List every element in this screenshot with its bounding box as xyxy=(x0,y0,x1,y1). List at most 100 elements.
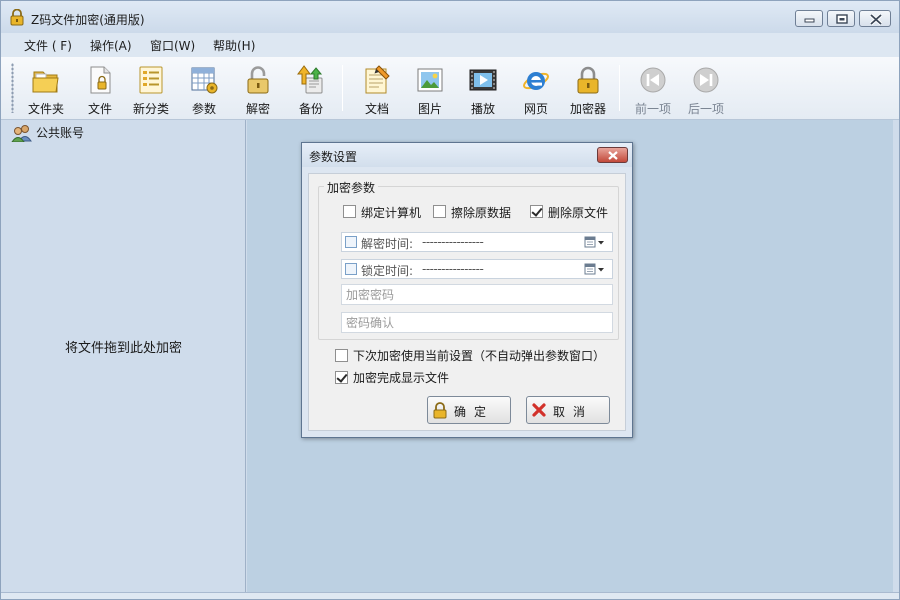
toolbar-new-category-label: 新分类 xyxy=(132,102,169,116)
toolbar-document-label: 文档 xyxy=(364,102,389,116)
toolbar-next-button[interactable]: 后一项 xyxy=(679,61,733,117)
folder-icon xyxy=(32,71,59,93)
toolbar-backup-label: 备份 xyxy=(298,102,323,116)
toolbar-picture-button[interactable]: 图片 xyxy=(403,61,457,117)
decrypt-time-value: ---------------- xyxy=(422,235,484,249)
decrypt-time-label: 解密时间: xyxy=(361,237,414,251)
account-item[interactable]: 公共账号 xyxy=(36,124,84,141)
backup-icon xyxy=(297,65,323,94)
toolbar-file-label: 文件 xyxy=(87,102,112,116)
toolbar-document-button[interactable]: 文档 xyxy=(350,61,404,117)
menu-operation[interactable]: 操作(A) xyxy=(90,37,132,54)
status-bar xyxy=(1,592,899,599)
menu-window[interactable]: 窗口(W) xyxy=(150,37,195,54)
dialog-body: 加密参数 绑定计算机 擦除原数据 删除原文件 解密时间: -----------… xyxy=(308,173,626,431)
left-panel[interactable]: 公共账号 将文件拖到此处加密 xyxy=(1,120,246,592)
confirm-password-input[interactable] xyxy=(342,313,612,332)
close-button[interactable] xyxy=(859,10,891,27)
use-current-settings-label: 下次加密使用当前设置（不自动弹出参数窗口） xyxy=(353,349,606,363)
title-bar[interactable]: Z码文件加密(通用版) xyxy=(1,1,899,33)
bind-computer-checkbox[interactable] xyxy=(343,205,356,218)
cancel-button[interactable]: 取消 xyxy=(526,396,610,424)
toolbar: 文件夹 文件 新分类 参数 解密 备份 文档 图片 播放 网页 加密器 前一项 … xyxy=(1,57,899,120)
wipe-original-label: 擦除原数据 xyxy=(451,206,512,220)
cancel-x-icon xyxy=(532,403,546,417)
ok-button[interactable]: 确定 xyxy=(427,396,511,424)
maximize-icon xyxy=(836,14,848,24)
file-icon xyxy=(90,66,111,94)
menu-bar: 文件 ( F) 操作(A) 窗口(W) 帮助(H) xyxy=(1,33,899,57)
password-field[interactable] xyxy=(341,284,613,305)
group-title: 加密参数 xyxy=(324,179,379,196)
confirm-password-field[interactable] xyxy=(341,312,613,333)
toolbar-encryptor-label: 加密器 xyxy=(569,102,606,116)
cancel-label: 取消 xyxy=(553,405,594,419)
ok-label: 确定 xyxy=(454,405,495,419)
show-file-label: 加密完成显示文件 xyxy=(353,371,450,385)
document-icon xyxy=(365,65,390,94)
close-icon xyxy=(608,151,618,160)
toolbar-webpage-label: 网页 xyxy=(523,102,548,116)
toolbar-params-label: 参数 xyxy=(191,102,216,116)
toolbar-params-button[interactable]: 参数 xyxy=(177,61,231,117)
show-file-checkbox[interactable] xyxy=(335,371,348,384)
lock-time-picker[interactable]: 锁定时间: ---------------- xyxy=(341,259,613,279)
wipe-original-checkbox[interactable] xyxy=(433,205,446,218)
drop-hint: 将文件拖到此处加密 xyxy=(64,341,182,356)
toolbar-play-button[interactable]: 播放 xyxy=(456,61,510,117)
menu-file[interactable]: 文件 ( F) xyxy=(24,37,72,54)
toolbar-decrypt-button[interactable]: 解密 xyxy=(231,61,285,117)
dialog-title: 参数设置 xyxy=(309,150,358,164)
browser-icon xyxy=(523,72,549,90)
toolbar-next-label: 后一项 xyxy=(687,102,724,116)
bind-computer-label: 绑定计算机 xyxy=(361,206,422,220)
decrypt-time-checkbox[interactable] xyxy=(345,236,357,248)
calendar-dropdown-icon[interactable] xyxy=(584,236,606,249)
main-window: Z码文件加密(通用版) 文件 ( F) 操作(A) 窗口(W) 帮助(H) 文件… xyxy=(0,0,900,600)
table-settings-icon xyxy=(191,67,218,94)
use-current-settings-checkbox[interactable] xyxy=(335,349,348,362)
delete-original-label: 删除原文件 xyxy=(548,206,609,220)
decrypt-time-picker[interactable]: 解密时间: ---------------- xyxy=(341,232,613,252)
unlock-icon xyxy=(247,66,269,94)
dialog-close-button[interactable] xyxy=(597,147,628,163)
toolbar-grip[interactable] xyxy=(11,63,14,113)
toolbar-encryptor-button[interactable]: 加密器 xyxy=(561,61,615,117)
lock-time-checkbox[interactable] xyxy=(345,263,357,275)
toolbar-prev-label: 前一项 xyxy=(634,102,671,116)
toolbar-decrypt-label: 解密 xyxy=(245,102,270,116)
toolbar-folder-button[interactable]: 文件夹 xyxy=(19,61,73,117)
toolbar-separator xyxy=(342,65,343,111)
next-icon xyxy=(693,67,719,93)
previous-icon xyxy=(640,67,666,93)
menu-help[interactable]: 帮助(H) xyxy=(213,37,255,54)
lock-icon xyxy=(10,8,24,29)
minimize-icon xyxy=(804,18,815,23)
toolbar-webpage-button[interactable]: 网页 xyxy=(509,61,563,117)
dialog-title-bar[interactable]: 参数设置 xyxy=(302,143,632,167)
toolbar-separator xyxy=(619,65,620,111)
toolbar-backup-button[interactable]: 备份 xyxy=(284,61,338,117)
delete-original-checkbox[interactable] xyxy=(530,205,543,218)
video-icon xyxy=(469,69,497,91)
users-icon xyxy=(11,124,33,145)
password-input[interactable] xyxy=(342,285,612,304)
toolbar-folder-label: 文件夹 xyxy=(27,102,64,116)
toolbar-file-button[interactable]: 文件 xyxy=(73,61,127,117)
toolbar-prev-button[interactable]: 前一项 xyxy=(626,61,680,117)
lock-time-value: ---------------- xyxy=(422,262,484,276)
calendar-dropdown-icon[interactable] xyxy=(584,263,606,276)
minimize-button[interactable] xyxy=(795,10,823,27)
close-icon xyxy=(869,13,883,26)
maximize-button[interactable] xyxy=(827,10,855,27)
toolbar-new-category-button[interactable]: 新分类 xyxy=(124,61,178,117)
encrypt-params-group: 加密参数 绑定计算机 擦除原数据 删除原文件 解密时间: -----------… xyxy=(318,179,619,340)
lock-icon xyxy=(433,402,447,419)
toolbar-picture-label: 图片 xyxy=(417,102,442,116)
window-title: Z码文件加密(通用版) xyxy=(31,13,145,27)
list-icon xyxy=(139,66,163,94)
picture-icon xyxy=(417,68,443,92)
lock-icon xyxy=(577,66,599,94)
params-dialog: 参数设置 加密参数 绑定计算机 擦除原数据 删除原文件 解密时间: ------… xyxy=(301,142,633,438)
lock-time-label: 锁定时间: xyxy=(361,264,414,278)
